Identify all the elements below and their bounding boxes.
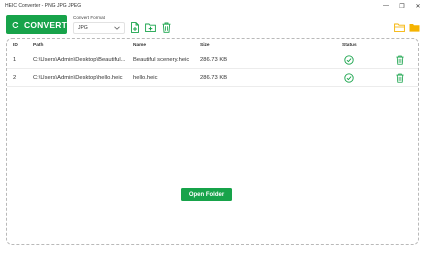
window-controls: — ❐ ✕ bbox=[378, 0, 426, 12]
window-title: HEIC Converter - PNG JPG JPEG bbox=[5, 3, 82, 9]
row-name: Beautiful scenery.heic bbox=[133, 57, 190, 63]
folder-icon[interactable] bbox=[409, 22, 420, 33]
trash-icon[interactable] bbox=[162, 22, 171, 33]
row-path: C:\Users\Admin\Desktop\Beautiful... bbox=[33, 57, 126, 63]
format-value: JPG bbox=[78, 25, 88, 31]
minimize-button[interactable]: — bbox=[378, 0, 394, 12]
toolbar: CONVERT Convert Format JPG bbox=[0, 12, 426, 36]
row-size: 286.73 KB bbox=[200, 57, 228, 63]
row-path: C:\Users\Admin\Desktop\hello.heic bbox=[33, 75, 123, 81]
delete-row-icon[interactable] bbox=[396, 55, 404, 67]
chevron-down-icon bbox=[114, 26, 120, 30]
column-id: ID bbox=[13, 43, 18, 48]
format-select[interactable]: JPG bbox=[73, 22, 125, 34]
column-size: Size bbox=[200, 43, 210, 48]
convert-button[interactable]: CONVERT bbox=[6, 15, 67, 34]
convert-label: CONVERT bbox=[24, 19, 67, 30]
format-label: Convert Format bbox=[73, 15, 105, 20]
status-done-icon bbox=[344, 55, 354, 67]
file-list-panel: ID Path Name Size Status 1 C:\Users\Admi… bbox=[6, 38, 419, 245]
row-size: 286.73 KB bbox=[200, 75, 228, 81]
column-name: Name bbox=[133, 43, 147, 48]
open-folder-button[interactable]: Open Folder bbox=[181, 188, 232, 201]
row-id: 2 bbox=[13, 75, 17, 81]
delete-row-icon[interactable] bbox=[396, 73, 404, 85]
table-row[interactable]: 2 C:\Users\Admin\Desktop\hello.heic hell… bbox=[7, 69, 418, 87]
open-folder-icon[interactable] bbox=[394, 22, 405, 33]
table-row[interactable]: 1 C:\Users\Admin\Desktop\Beautiful... Be… bbox=[7, 51, 418, 69]
row-id: 1 bbox=[13, 57, 17, 63]
status-done-icon bbox=[344, 73, 354, 85]
row-name: hello.heic bbox=[133, 75, 158, 81]
column-path: Path bbox=[33, 43, 44, 48]
add-file-icon[interactable] bbox=[130, 22, 140, 33]
title-bar: HEIC Converter - PNG JPG JPEG — ❐ ✕ bbox=[0, 0, 426, 12]
close-button[interactable]: ✕ bbox=[410, 0, 426, 12]
add-folder-icon[interactable] bbox=[145, 22, 156, 33]
refresh-icon bbox=[12, 21, 19, 28]
maximize-button[interactable]: ❐ bbox=[394, 0, 410, 12]
column-status: Status bbox=[342, 43, 357, 48]
